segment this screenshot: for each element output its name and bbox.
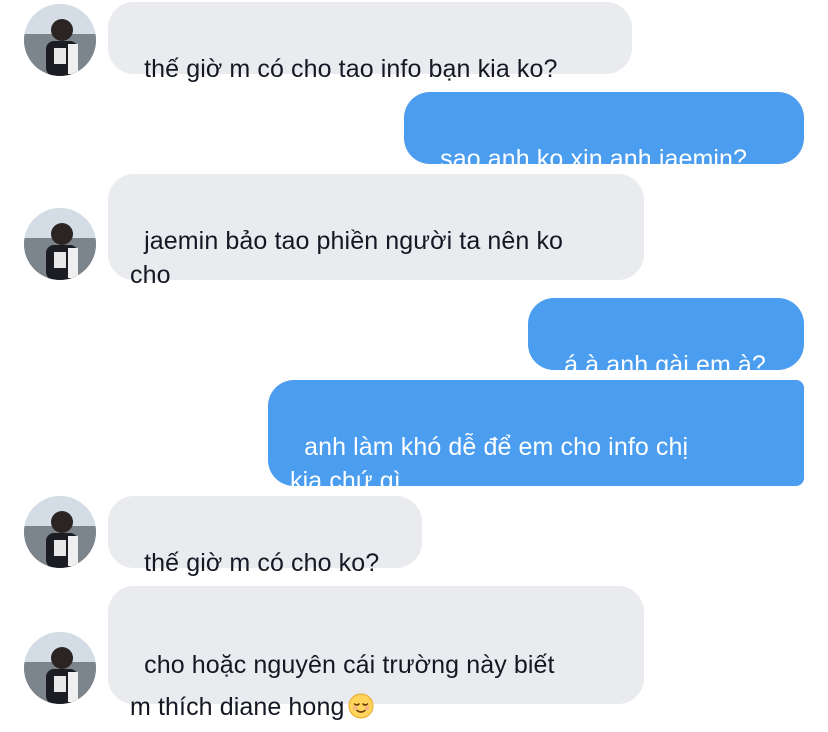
message-bubble-incoming[interactable]: thế giờ m có cho ko? xyxy=(108,496,422,577)
message-bubble-incoming[interactable]: thế giờ m có cho tao info bạn kia ko? xyxy=(108,2,632,83)
avatar[interactable] xyxy=(24,632,96,704)
avatar[interactable] xyxy=(24,208,96,280)
message-text: thế giờ m có cho ko? xyxy=(144,549,380,577)
avatar[interactable] xyxy=(24,4,96,76)
message-bubble-outgoing[interactable]: á à anh gài em à? xyxy=(528,298,804,379)
message-text: anh làm khó dễ để em cho info chị kia ch… xyxy=(290,433,689,495)
message-text: jaemin bảo tao phiền người ta nên ko cho xyxy=(130,227,564,289)
message-bubble-outgoing[interactable]: sao anh ko xin anh jaemin? xyxy=(404,92,804,173)
message-text: cho hoặc nguyên cái trường này biết m th… xyxy=(130,651,555,721)
message-bubble-incoming[interactable]: jaemin bảo tao phiền người ta nên ko cho xyxy=(108,174,644,289)
message-bubble-outgoing[interactable]: anh làm khó dễ để em cho info chị kia ch… xyxy=(268,380,804,495)
avatar-photo xyxy=(24,208,96,280)
message-text: á à anh gài em à? xyxy=(564,351,766,379)
avatar-photo xyxy=(24,496,96,568)
avatar-photo xyxy=(24,4,96,76)
message-bubble-incoming[interactable]: cho hoặc nguyên cái trường này biết m th… xyxy=(108,586,644,721)
message-text: thế giờ m có cho tao info bạn kia ko? xyxy=(144,55,558,83)
avatar-photo xyxy=(24,632,96,704)
relieved-face-icon xyxy=(348,690,374,719)
avatar[interactable] xyxy=(24,496,96,568)
message-text: sao anh ko xin anh jaemin? xyxy=(440,145,748,173)
